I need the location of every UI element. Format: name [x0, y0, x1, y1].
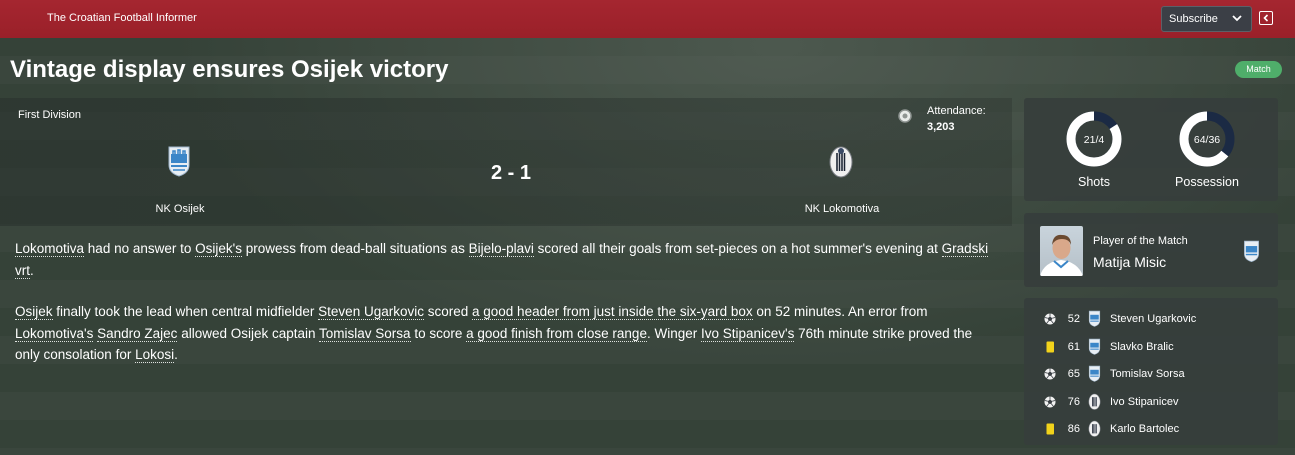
home-team-name[interactable]: NK Osijek	[120, 203, 240, 215]
football-icon	[1044, 313, 1056, 325]
article-text: prowess from dead-ball situations as	[241, 241, 469, 256]
osijek-crest-icon	[1088, 365, 1101, 382]
article-link[interactable]: Lokosi	[135, 347, 175, 363]
publication-header-bar: The Croatian Football Informer Subscribe	[0, 0, 1295, 38]
player-of-match-label: Player of the Match	[1093, 235, 1188, 247]
event-minute: 65	[1067, 368, 1080, 380]
event-minute: 86	[1067, 423, 1080, 435]
publication-name: The Croatian Football Informer	[47, 12, 197, 24]
article-text: to score	[410, 325, 467, 341]
osijek-crest-icon[interactable]	[167, 145, 191, 177]
lokomotiva-crest-icon	[1088, 393, 1101, 410]
article-text: allowed Osijek captain	[177, 325, 320, 341]
possession-caption: Possession	[1175, 175, 1239, 189]
event-player-name[interactable]: Ivo Stipanicev	[1110, 396, 1178, 408]
article-paragraph-2: Osijek finally took the lead when centra…	[15, 301, 995, 366]
article-text: .	[30, 262, 34, 278]
article-text: on 52 minutes. An error from	[752, 304, 928, 319]
article-text: finally took the lead when central midfi…	[52, 304, 319, 319]
final-score: 2 - 1	[490, 162, 532, 184]
chevron-down-icon	[1232, 15, 1242, 22]
article-paragraph-1: Lokomotiva had no answer to Osijek's pro…	[15, 238, 995, 281]
article-link[interactable]: Bijelo-plavi	[468, 241, 534, 257]
event-player-name[interactable]: Karlo Bartolec	[1110, 423, 1179, 435]
article-link[interactable]: Lokomotiva	[15, 241, 85, 257]
shots-caption: Shots	[1078, 175, 1110, 189]
match-event-row[interactable]: 65 Tomislav Sorsa	[1040, 364, 1270, 384]
article-link[interactable]: a good header from just inside the six-y…	[472, 304, 753, 320]
match-event-row[interactable]: 52 Steven Ugarkovic	[1040, 309, 1270, 329]
article-category-badge: Match	[1235, 61, 1282, 78]
match-event-row[interactable]: 76 Ivo Stipanicev	[1040, 392, 1270, 412]
yellow-card-icon	[1046, 423, 1054, 435]
article-text: scored	[423, 304, 473, 319]
possession-value: 64/36	[1193, 134, 1221, 146]
event-player-name[interactable]: Tomislav Sorsa	[1110, 368, 1185, 380]
shots-value: 21/4	[1083, 134, 1105, 146]
article-text: .	[174, 347, 178, 362]
attendance-value: 3,203	[927, 121, 955, 133]
article-text: had no answer to	[84, 241, 196, 256]
article-link[interactable]: Ivo Stipanicev's	[700, 325, 795, 342]
referee-whistle-icon	[898, 109, 912, 123]
osijek-crest-icon	[1088, 338, 1101, 355]
event-minute: 76	[1067, 396, 1080, 408]
article-link[interactable]: a good finish from close range	[466, 325, 647, 342]
article-link[interactable]: Tomislav Sorsa	[319, 325, 411, 342]
subscribe-dropdown-button[interactable]: Subscribe	[1161, 6, 1252, 32]
article-link[interactable]: Lokomotiva's	[15, 325, 94, 342]
collapse-panel-icon[interactable]	[1259, 11, 1273, 25]
article-link[interactable]: Osijek	[15, 304, 53, 320]
player-of-match-name[interactable]: Matija Misic	[1093, 254, 1166, 270]
match-event-row[interactable]: 61 Slavko Bralic	[1040, 337, 1270, 357]
article-link[interactable]: Sandro Zajec	[97, 325, 178, 342]
match-event-row[interactable]: 86 Karlo Bartolec	[1040, 419, 1270, 439]
osijek-crest-icon	[1088, 310, 1101, 327]
football-icon	[1044, 368, 1056, 380]
event-minute: 52	[1067, 313, 1080, 325]
article-headline: Vintage display ensures Osijek victory	[10, 56, 449, 83]
event-minute: 61	[1067, 341, 1080, 353]
yellow-card-icon	[1046, 341, 1054, 353]
player-avatar	[1040, 226, 1083, 276]
article-link[interactable]: Osijek's	[195, 241, 242, 257]
osijek-crest-icon	[1244, 240, 1259, 262]
event-player-name[interactable]: Slavko Bralic	[1110, 341, 1174, 353]
article-link[interactable]: Steven Ugarkovic	[318, 304, 424, 320]
away-team-name[interactable]: NK Lokomotiva	[782, 203, 902, 215]
subscribe-label: Subscribe	[1169, 13, 1218, 25]
event-player-name[interactable]: Steven Ugarkovic	[1110, 313, 1196, 325]
lokomotiva-crest-icon	[1088, 420, 1101, 437]
article-text: scored all their goals from set-pieces o…	[533, 241, 942, 256]
attendance-label: Attendance:	[927, 105, 986, 117]
competition-name[interactable]: First Division	[18, 109, 81, 121]
football-icon	[1044, 396, 1056, 408]
lokomotiva-crest-icon[interactable]	[829, 145, 853, 178]
article-text: . Winger	[646, 325, 701, 341]
